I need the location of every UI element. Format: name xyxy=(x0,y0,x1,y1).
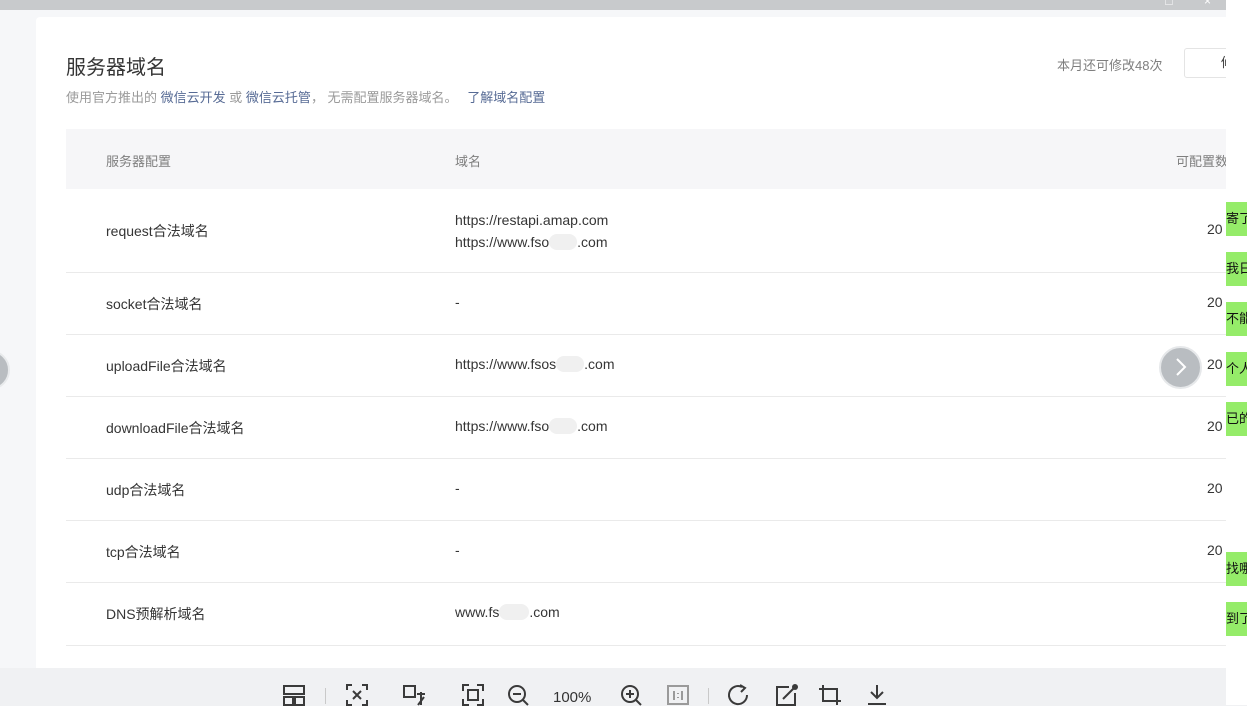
page-title: 服务器域名 xyxy=(66,57,166,79)
redaction-mask xyxy=(499,604,530,620)
next-image-button[interactable] xyxy=(1159,346,1202,389)
redaction-mask xyxy=(556,356,585,372)
edit-icon[interactable] xyxy=(775,684,799,706)
table-row-downloadfile: downloadFile合法域名 https://www.fso .com 20 xyxy=(66,397,1226,459)
fit-window-icon[interactable] xyxy=(346,684,368,706)
image-viewer-toolbar: 100% xyxy=(0,668,1226,706)
chat-side-panel: 寄了 我日 不能 个人 已的 找哪 到了 xyxy=(1226,0,1247,705)
chat-bubble[interactable]: 到了 xyxy=(1226,602,1247,636)
wechat-cloud-hosting-link[interactable]: 微信云托管 xyxy=(246,90,311,105)
page-subtitle: 使用官方推出的 微信云开发 或 微信云托管， 无需配置服务器域名。 了解域名配置 xyxy=(66,90,546,105)
window-controls[interactable]: □ × xyxy=(1165,0,1225,8)
header-count: 可配置数 xyxy=(1176,154,1226,169)
zoom-level: 100% xyxy=(553,689,592,706)
crop-icon[interactable] xyxy=(818,684,842,706)
layout-icon[interactable] xyxy=(283,684,305,706)
toolbar-separator xyxy=(325,688,326,704)
chat-bubble[interactable]: 不能 xyxy=(1226,302,1247,336)
domain-table: 服务器配置 域名 可配置数 request合法域名 https://restap… xyxy=(66,129,1226,646)
rotate-icon[interactable] xyxy=(727,684,751,706)
fullscreen-icon[interactable] xyxy=(462,684,484,706)
chat-bubble[interactable]: 个人 xyxy=(1226,352,1247,386)
chat-bubble[interactable]: 寄了 xyxy=(1226,202,1247,236)
chat-bubble[interactable]: 找哪 xyxy=(1226,552,1247,586)
table-row-uploadfile: uploadFile合法域名 https://www.fsos .com 20 xyxy=(66,335,1226,397)
zoom-out-icon[interactable] xyxy=(507,684,529,706)
header-domain: 域名 xyxy=(455,154,482,169)
chat-bubble[interactable]: 已的 xyxy=(1226,402,1247,436)
server-domain-card: 服务器域名 使用官方推出的 微信云开发 或 微信云托管， 无需配置服务器域名。 … xyxy=(36,17,1226,668)
chat-bubble[interactable]: 我日 xyxy=(1226,252,1247,286)
toolbar-separator xyxy=(708,688,709,704)
download-icon[interactable] xyxy=(866,684,888,706)
window-title-strip: □ × xyxy=(0,0,1247,10)
wechat-cloud-dev-link[interactable]: 微信云开发 xyxy=(161,90,226,105)
zoom-in-icon[interactable] xyxy=(620,684,642,706)
learn-domain-config-link[interactable]: 了解域名配置 xyxy=(467,90,545,105)
translate-icon[interactable] xyxy=(403,684,427,706)
table-row-socket: socket合法域名 - 20 xyxy=(66,273,1226,335)
chevron-right-icon xyxy=(1175,358,1186,376)
modify-button[interactable]: 修 xyxy=(1184,48,1226,78)
table-row-tcp: tcp合法域名 - 20 xyxy=(66,521,1226,583)
table-header: 服务器配置 域名 可配置数 xyxy=(66,129,1226,189)
redaction-mask xyxy=(549,234,578,250)
actual-size-icon[interactable] xyxy=(667,684,689,706)
header-config: 服务器配置 xyxy=(106,154,172,169)
table-row-udp: udp合法域名 - 20 xyxy=(66,459,1226,521)
table-row-dns: DNS预解析域名 www.fs .com xyxy=(66,583,1226,646)
redaction-mask xyxy=(549,418,578,434)
table-row-request: request合法域名 https://restapi.amap.com htt… xyxy=(66,189,1226,273)
modify-quota-text: 本月还可修改48次 xyxy=(1057,58,1163,73)
